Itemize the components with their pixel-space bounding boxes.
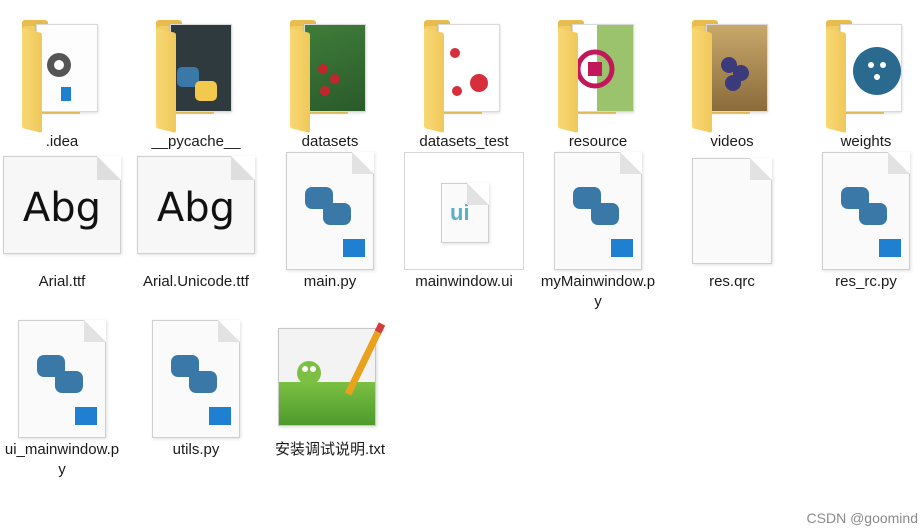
- file-item[interactable]: res_rc.py: [804, 150, 922, 292]
- folder-icon: [0, 10, 124, 133]
- notepad-plus-plus-icon: [268, 318, 392, 436]
- file-name: __pycache__: [151, 133, 241, 150]
- folder-icon: [268, 10, 392, 133]
- file-item[interactable]: res.qrc: [670, 150, 794, 292]
- file-item[interactable]: ui_mainwindow.py: [0, 318, 124, 480]
- file-name: Arial.Unicode.ttf: [143, 273, 249, 290]
- folder-icon: [804, 10, 922, 133]
- folder-icon: [536, 10, 660, 133]
- python-file-icon: [268, 150, 392, 270]
- folder-icon: [134, 10, 258, 133]
- file-item[interactable]: datasets: [268, 10, 392, 152]
- file-name: Arial.ttf: [38, 273, 86, 290]
- file-name: mainwindow.ui: [415, 273, 513, 290]
- file-item[interactable]: utils.py: [134, 318, 258, 460]
- watermark: CSDN @goomind: [806, 510, 918, 526]
- ui-file-icon: ui: [402, 150, 526, 270]
- file-name: utils.py: [172, 441, 220, 458]
- folder-icon: [402, 10, 526, 133]
- file-name: myMainwindow.py: [540, 273, 656, 310]
- file-item[interactable]: Abg Arial.ttf: [0, 150, 124, 292]
- python-file-icon: [134, 318, 258, 438]
- file-name: 安装调试说明.txt: [274, 441, 385, 458]
- file-item[interactable]: 安装调试说明.txt: [268, 318, 392, 460]
- file-name: ui_mainwindow.py: [4, 441, 120, 478]
- file-item[interactable]: videos: [670, 10, 794, 152]
- file-item[interactable]: myMainwindow.py: [536, 150, 660, 312]
- file-name: res_rc.py: [835, 273, 897, 290]
- font-file-icon: Abg: [0, 150, 124, 268]
- folder-icon: [670, 10, 794, 133]
- python-file-icon: [804, 150, 922, 270]
- python-file-icon: [0, 318, 124, 438]
- file-item[interactable]: Abg Arial.Unicode.ttf: [134, 150, 258, 292]
- font-file-icon: Abg: [134, 150, 258, 268]
- file-name: main.py: [303, 273, 357, 290]
- blank-file-icon: [670, 150, 794, 268]
- file-name: res.qrc: [709, 273, 755, 290]
- file-name: datasets: [301, 133, 359, 150]
- file-item[interactable]: main.py: [268, 150, 392, 292]
- file-item[interactable]: .idea: [0, 10, 124, 152]
- file-item[interactable]: ui mainwindow.ui: [402, 150, 526, 292]
- file-name: resource: [568, 133, 628, 150]
- file-item[interactable]: __pycache__: [134, 10, 258, 152]
- file-item[interactable]: resource: [536, 10, 660, 152]
- python-file-icon: [536, 150, 660, 270]
- file-name: videos: [710, 133, 754, 150]
- file-item[interactable]: weights: [804, 10, 922, 152]
- file-name: weights: [840, 133, 892, 150]
- file-name: .idea: [45, 133, 79, 150]
- file-item[interactable]: datasets_test: [402, 10, 526, 152]
- file-name: datasets_test: [419, 133, 509, 150]
